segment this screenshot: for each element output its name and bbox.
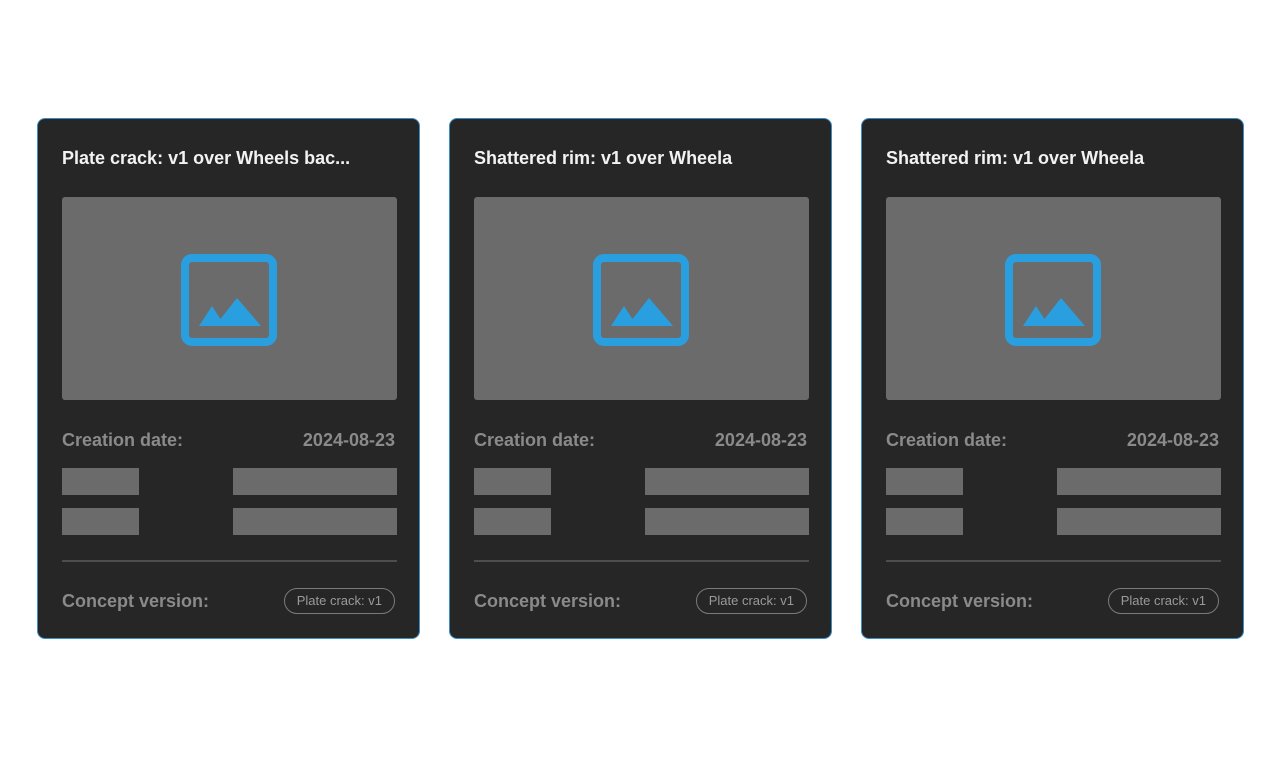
skeleton-placeholder xyxy=(645,508,809,535)
image-placeholder-icon xyxy=(593,254,689,346)
skeleton-placeholder xyxy=(474,468,551,495)
concept-card-3[interactable]: Shattered rim: v1 over Wheela Creation d… xyxy=(861,118,1244,639)
image-thumbnail[interactable] xyxy=(886,197,1221,400)
concept-card-2[interactable]: Shattered rim: v1 over Wheela Creation d… xyxy=(449,118,832,639)
concept-version-badge[interactable]: Plate crack: v1 xyxy=(695,588,807,614)
skeleton-placeholder xyxy=(474,508,551,535)
skeleton-placeholder xyxy=(886,508,963,535)
image-placeholder-icon xyxy=(181,254,277,346)
skeleton-placeholder xyxy=(233,508,397,535)
creation-date-label: Creation date: xyxy=(474,430,596,450)
image-thumbnail[interactable] xyxy=(474,197,809,400)
concept-version-label: Concept version: xyxy=(62,591,210,611)
concept-version-badge[interactable]: Plate crack: v1 xyxy=(283,588,395,614)
skeleton-placeholder xyxy=(233,468,397,495)
creation-date-value: 2024-08-23 xyxy=(1126,430,1219,450)
card-title: Shattered rim: v1 over Wheela xyxy=(474,148,733,168)
skeleton-placeholder xyxy=(62,508,139,535)
concept-version-label: Concept version: xyxy=(886,591,1034,611)
creation-date-value: 2024-08-23 xyxy=(302,430,395,450)
card-title: Plate crack: v1 over Wheels bac... xyxy=(62,148,351,168)
skeleton-placeholder xyxy=(645,468,809,495)
divider xyxy=(886,560,1221,562)
concept-version-label: Concept version: xyxy=(474,591,622,611)
creation-date-value: 2024-08-23 xyxy=(714,430,807,450)
skeleton-placeholder xyxy=(62,468,139,495)
divider xyxy=(474,560,809,562)
divider xyxy=(62,560,397,562)
concept-card-1[interactable]: Plate crack: v1 over Wheels bac... Creat… xyxy=(37,118,420,639)
skeleton-placeholder xyxy=(886,468,963,495)
creation-date-label: Creation date: xyxy=(886,430,1008,450)
image-placeholder-icon xyxy=(1005,254,1101,346)
image-thumbnail[interactable] xyxy=(62,197,397,400)
creation-date-label: Creation date: xyxy=(62,430,184,450)
card-title: Shattered rim: v1 over Wheela xyxy=(886,148,1145,168)
skeleton-placeholder xyxy=(1057,508,1221,535)
concept-version-badge[interactable]: Plate crack: v1 xyxy=(1107,588,1219,614)
skeleton-placeholder xyxy=(1057,468,1221,495)
